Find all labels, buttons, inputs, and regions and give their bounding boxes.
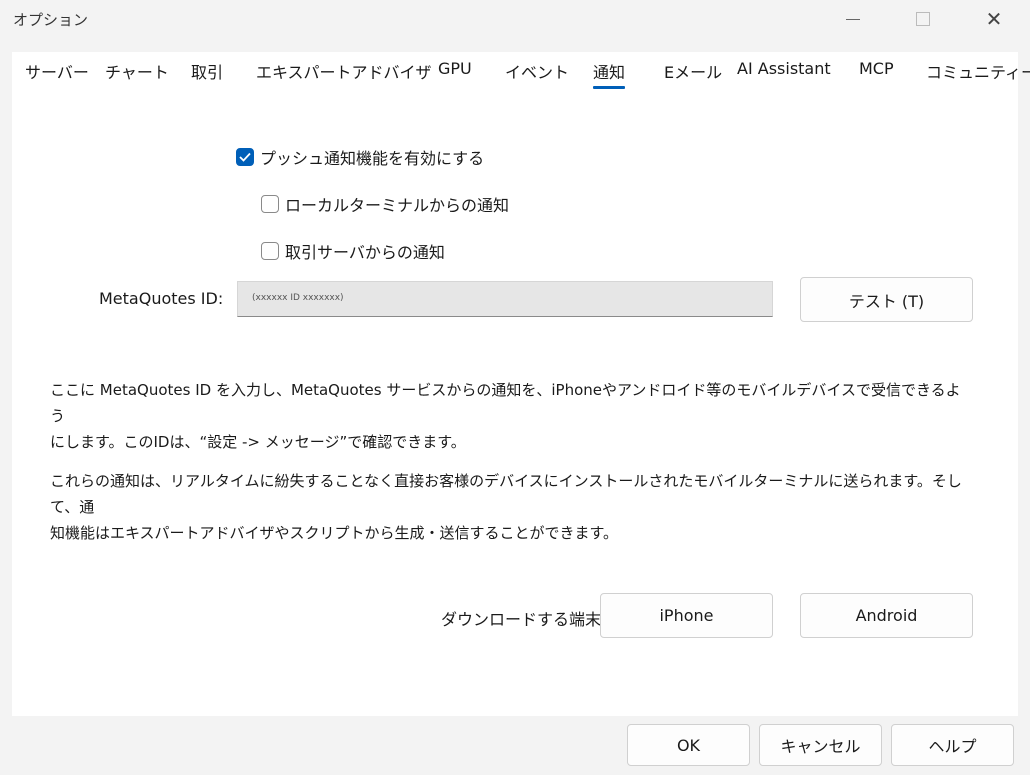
checkbox-unchecked-icon: [261, 195, 279, 213]
tab-community[interactable]: コミュニティー: [926, 59, 1030, 83]
tab-email[interactable]: Eメール: [664, 59, 722, 83]
tab-notifications[interactable]: 通知: [593, 59, 626, 89]
enable-push-checkbox[interactable]: プッシュ通知機能を有効にする: [236, 145, 484, 169]
id-description-line1: ここに MetaQuotes ID を入力し、MetaQuotes サービスから…: [50, 381, 961, 425]
tab-chart[interactable]: チャート: [105, 59, 169, 83]
tab-events[interactable]: イベント: [505, 59, 569, 83]
trade-server-checkbox[interactable]: 取引サーバからの通知: [261, 239, 445, 263]
minimize-icon: [846, 18, 860, 20]
tab-ai-assistant[interactable]: AI Assistant: [737, 59, 831, 78]
maximize-icon: [916, 12, 930, 26]
tab-expert-advisors[interactable]: エキスパートアドバイザ: [256, 59, 432, 83]
test-button[interactable]: テスト (T): [800, 277, 973, 322]
dialog-footer: OK キャンセル ヘルプ: [0, 716, 1030, 775]
delivery-description-line2: 知機能はエキスパートアドバイザやスクリプトから生成・送信することができます。: [50, 524, 619, 542]
minimize-button[interactable]: [830, 0, 876, 38]
id-description: ここに MetaQuotes ID を入力し、MetaQuotes サービスから…: [50, 377, 975, 455]
delivery-description: これらの通知は、リアルタイムに紛失することなく直接お客様のデバイスにインストール…: [50, 468, 975, 546]
android-download-button[interactable]: Android: [800, 593, 973, 638]
title-bar: オプション ✕: [0, 0, 1030, 40]
ok-button[interactable]: OK: [627, 724, 750, 766]
iphone-download-button[interactable]: iPhone: [600, 593, 773, 638]
tab-server[interactable]: サーバー: [25, 59, 89, 83]
trade-server-label: 取引サーバからの通知: [285, 243, 445, 262]
tab-mcp[interactable]: MCP: [859, 59, 894, 78]
tab-bar: サーバー チャート 取引 エキスパートアドバイザ GPU イベント 通知 Eメー…: [12, 52, 1030, 92]
delivery-description-line1: これらの通知は、リアルタイムに紛失することなく直接お客様のデバイスにインストール…: [50, 472, 962, 516]
help-button[interactable]: ヘルプ: [891, 724, 1014, 766]
enable-push-label: プッシュ通知機能を有効にする: [260, 149, 485, 168]
options-dialog: オプション ✕ サーバー チャート 取引 エキスパートアドバイザ GPU イベン…: [0, 0, 1030, 775]
window-title: オプション: [13, 11, 89, 29]
tab-gpu[interactable]: GPU: [438, 59, 472, 78]
checkbox-checked-icon: [236, 148, 254, 166]
download-terminal-label: ダウンロードする端末:: [441, 610, 607, 629]
cancel-button[interactable]: キャンセル: [759, 724, 882, 766]
local-terminal-label: ローカルターミナルからの通知: [285, 196, 510, 215]
local-terminal-checkbox[interactable]: ローカルターミナルからの通知: [261, 192, 509, 216]
close-icon: ✕: [985, 7, 1003, 31]
metaquotes-id-input[interactable]: (xxxxxx ID xxxxxxx): [237, 281, 773, 317]
metaquotes-id-label: MetaQuotes ID:: [99, 289, 224, 308]
tab-trade[interactable]: 取引: [191, 59, 223, 83]
id-description-line2: にします。このIDは、“設定 -> メッセージ”で確認できます。: [50, 433, 466, 451]
checkbox-unchecked-icon: [261, 242, 279, 260]
close-button[interactable]: ✕: [971, 0, 1017, 38]
maximize-button: [900, 0, 946, 38]
